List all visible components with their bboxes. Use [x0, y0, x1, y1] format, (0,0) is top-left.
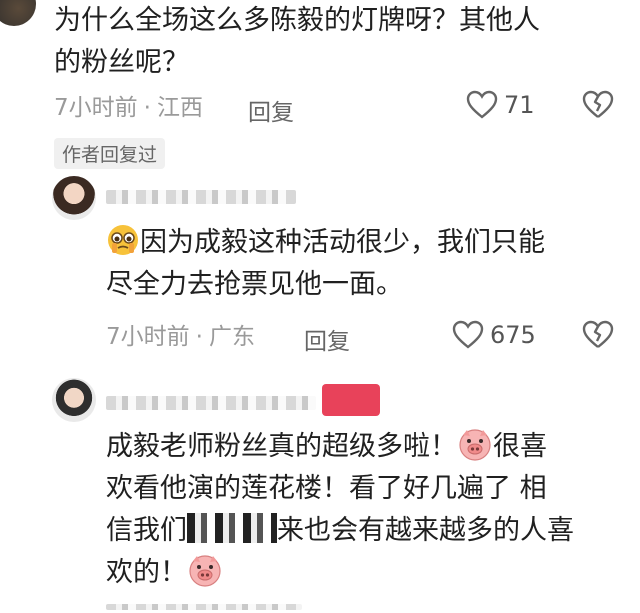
comment-1-location: 江西 — [156, 95, 203, 121]
comment-2-time: 7小时前 — [106, 324, 190, 350]
avatar-user-3[interactable] — [52, 378, 96, 422]
avatar-top[interactable] — [0, 0, 36, 26]
mosaic-obscured-text — [187, 513, 277, 543]
comment-1-like-count: 71 — [504, 91, 535, 119]
comment-3-text: 成毅老师粉丝真的超级多啦！ 很喜 欢看他演的莲花楼！看了好几遍了 相 信我们 来也会… — [106, 426, 636, 594]
crying-face-emoji-icon — [108, 225, 138, 255]
broken-heart-icon — [582, 90, 614, 118]
comment-2-meta: 7小时前 · 广东 — [106, 324, 255, 350]
user-badge-obscured — [322, 384, 380, 416]
pig-face-emoji-icon — [459, 429, 491, 461]
username-3-obscured[interactable] — [106, 396, 316, 410]
comment-1-reply-button[interactable]: 回复 — [248, 93, 294, 127]
comment-1-time: 7小时前 — [54, 95, 138, 121]
comment-1-meta: 7小时前 · 江西 — [54, 95, 203, 121]
bottom-obscured-line — [106, 604, 302, 610]
pig-face-emoji-icon — [189, 555, 221, 587]
comment-1-dislike-button[interactable] — [582, 90, 614, 124]
broken-heart-icon — [582, 320, 614, 348]
comment-2-text: 因为成毅这种活动很少，我们只能 尽全力去抢票见他一面。 — [106, 222, 636, 306]
username-2-obscured[interactable] — [106, 190, 296, 204]
comment-1-like-button[interactable]: 71 — [466, 90, 535, 120]
comment-2-reply-button[interactable]: 回复 — [304, 322, 350, 356]
author-replied-tag: 作者回复过 — [54, 138, 166, 169]
comment-2-location: 广东 — [208, 324, 255, 350]
avatar-user-2[interactable] — [52, 176, 96, 220]
comment-1-text: 为什么全场这么多陈毅的灯牌呀？其他人 的粉丝呢？ — [54, 5, 540, 78]
comment-2-like-button[interactable]: 675 — [452, 320, 536, 350]
comment-2-dislike-button[interactable] — [582, 320, 614, 354]
comment-2-like-count: 675 — [490, 321, 536, 349]
heart-outline-icon — [466, 90, 498, 119]
heart-outline-icon — [452, 320, 484, 349]
